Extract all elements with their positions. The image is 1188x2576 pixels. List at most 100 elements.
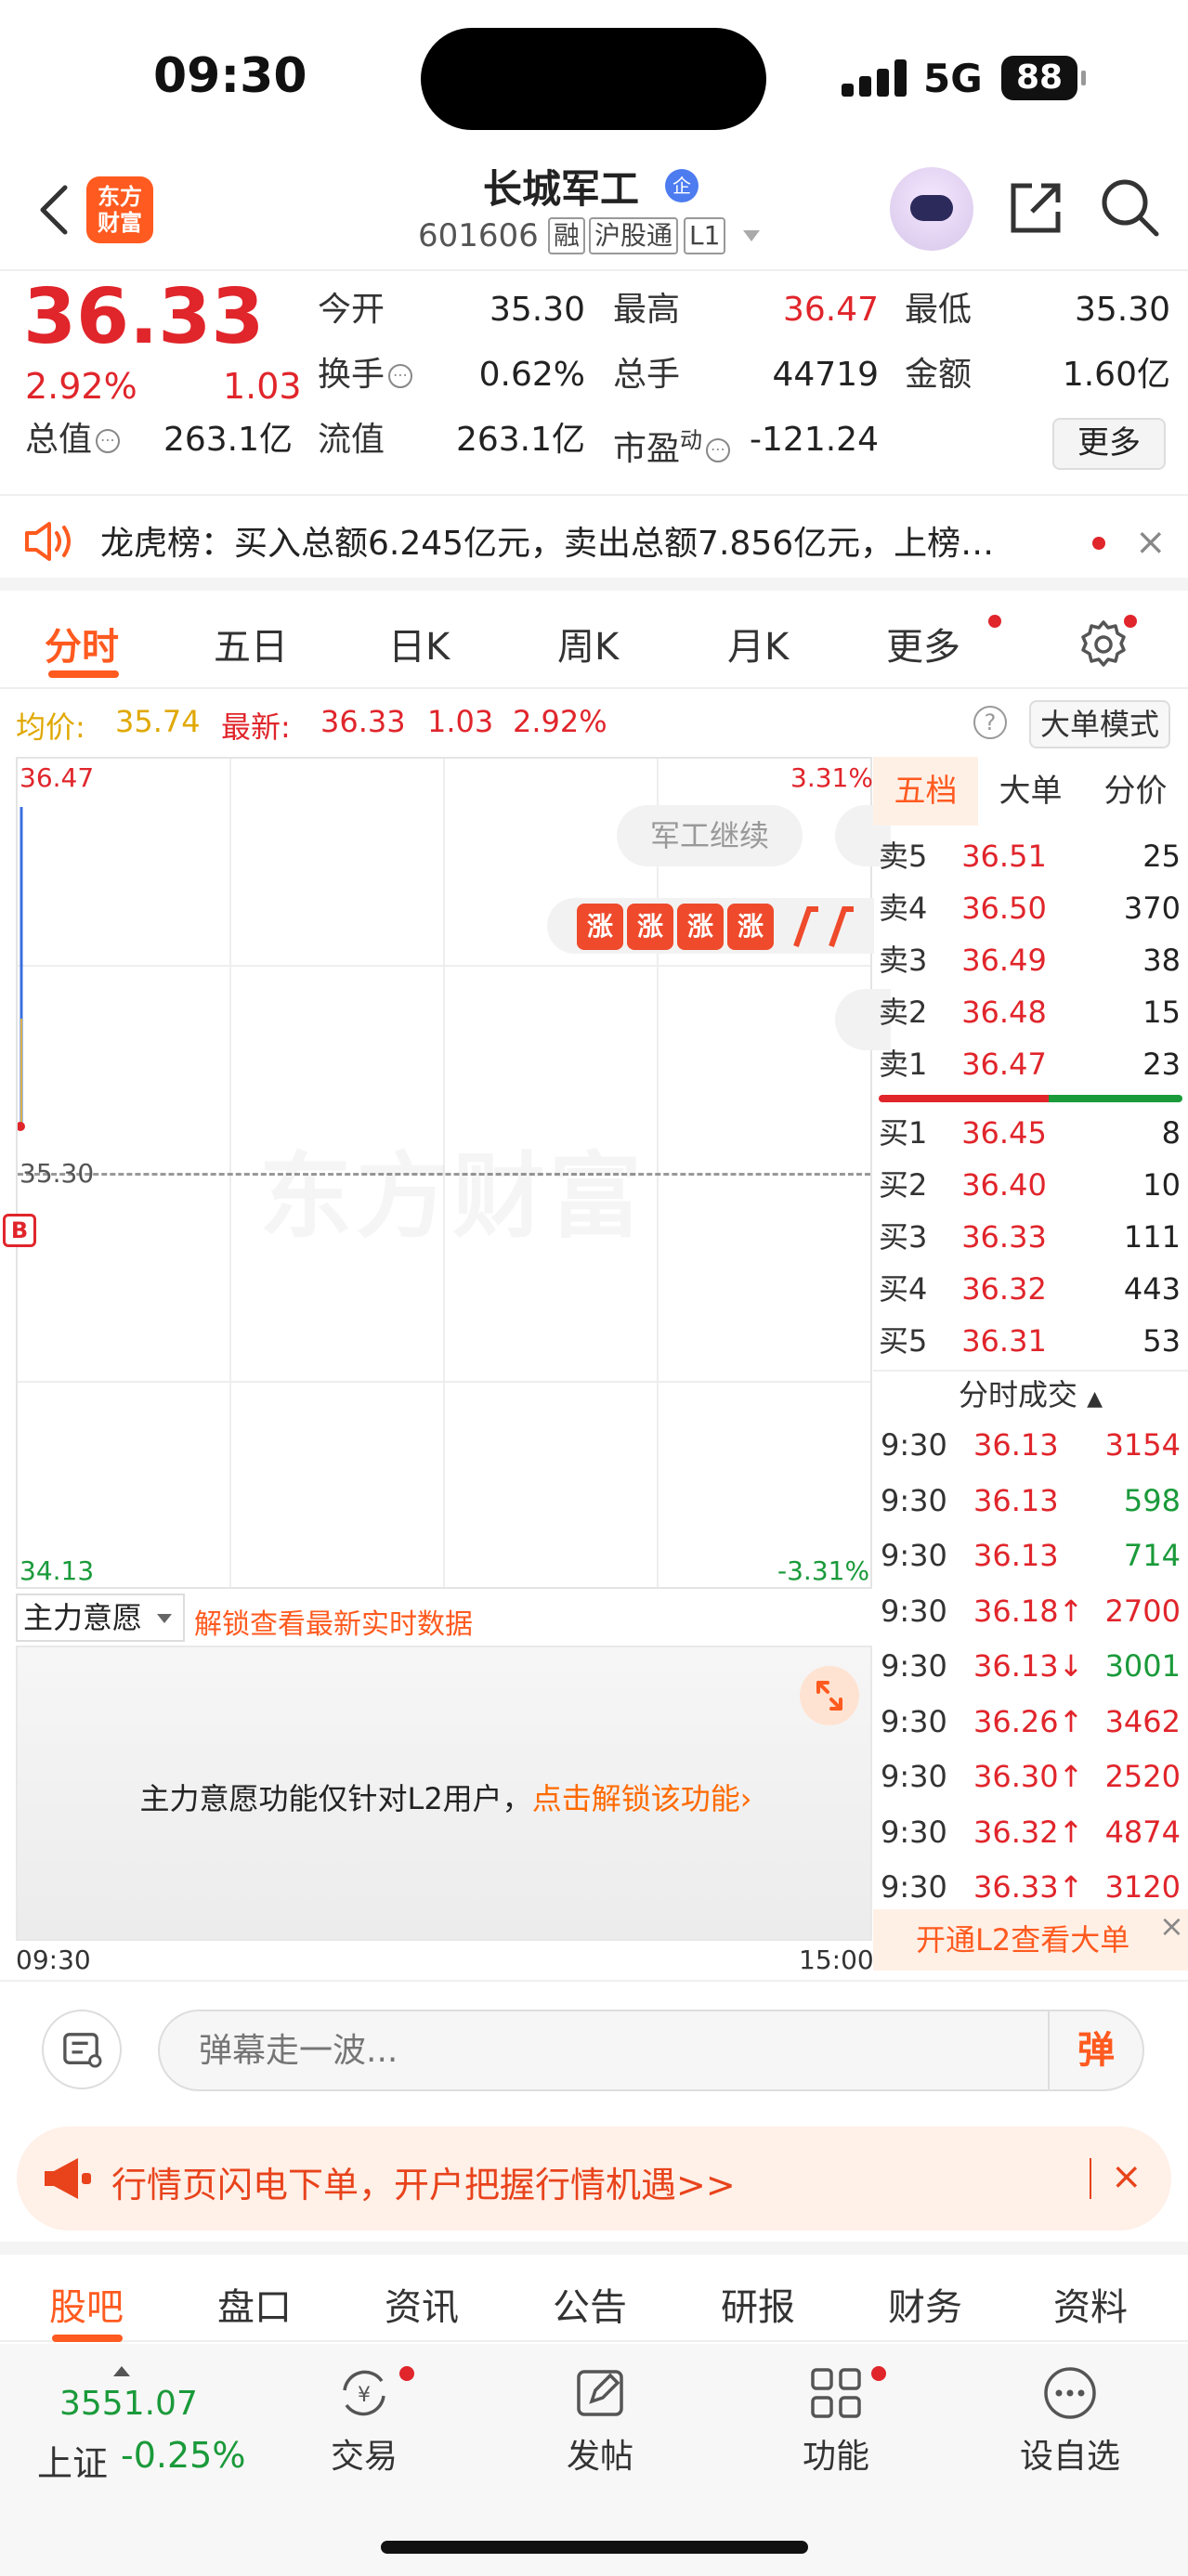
tick-time: 9:30 bbox=[881, 1593, 947, 1629]
tab-handicap[interactable]: 盘口 bbox=[217, 2277, 292, 2331]
index-change[interactable]: -0.25% bbox=[121, 2435, 245, 2476]
bid-row[interactable]: 买5 36.31 53 bbox=[873, 1316, 1188, 1367]
intraday-chart[interactable]: 东方财富 36.47 35.30 34.13 3.31% -3.31% 军工继续… bbox=[3, 757, 891, 1589]
longhu-text: 龙虎榜：买入总额6.245亿元，卖出总额7.856亿元，上榜… bbox=[100, 525, 995, 563]
rise-reaction-icon[interactable]: 涨 bbox=[627, 904, 673, 950]
ask-row[interactable]: 卖2 36.48 15 bbox=[873, 987, 1188, 1038]
promo-text: 行情页闪电下单，开户把握行情机遇>> bbox=[111, 2165, 736, 2205]
svg-text:¥: ¥ bbox=[358, 2384, 371, 2407]
ask-price: 36.47 bbox=[961, 1047, 1047, 1082]
latest-pct: 2.92% bbox=[513, 704, 607, 739]
pe-label-text: 市盈 bbox=[613, 430, 681, 468]
watermark: 东方财富 bbox=[259, 1121, 646, 1255]
tick-price: 36.13 bbox=[973, 1538, 1059, 1573]
bid-row[interactable]: 买2 36.40 10 bbox=[873, 1160, 1188, 1211]
ticks-header[interactable]: 分时成交 ▲ bbox=[873, 1370, 1188, 1416]
ai-assistant-icon[interactable] bbox=[890, 167, 973, 251]
low-value: 35.30 bbox=[1074, 291, 1170, 329]
bid-row[interactable]: 买3 36.33 111 bbox=[873, 1212, 1188, 1263]
tab-announcements[interactable]: 公告 bbox=[553, 2277, 627, 2331]
open-l2-banner[interactable]: 开通L2查看大单 bbox=[873, 1909, 1188, 1971]
bid-row[interactable]: 买1 36.45 8 bbox=[873, 1108, 1188, 1159]
tick-row: 9:30 36.26↑ 3462 bbox=[873, 1695, 1188, 1750]
tab-five-levels[interactable]: 五档 bbox=[873, 757, 978, 826]
turnover-value: 0.62% bbox=[478, 356, 585, 394]
ask-row[interactable]: 卖1 36.47 23 bbox=[873, 1039, 1188, 1090]
info-icon[interactable]: ⋯ bbox=[96, 429, 121, 453]
news-pill[interactable]: 军工继续 bbox=[617, 805, 803, 866]
rise-reaction-icon[interactable]: 涨 bbox=[577, 904, 623, 950]
tab-profile[interactable]: 资料 bbox=[1053, 2277, 1128, 2331]
buy-marker-icon[interactable]: B bbox=[3, 1214, 36, 1247]
amount-value: 1.60亿 bbox=[1062, 356, 1170, 394]
grid-line bbox=[18, 1381, 870, 1383]
tabbar-post[interactable]: 发帖 bbox=[535, 2362, 665, 2478]
index-value[interactable]: 3551.07 bbox=[59, 2385, 198, 2423]
share-icon[interactable] bbox=[1006, 178, 1065, 238]
home-indicator[interactable] bbox=[381, 2541, 808, 2554]
main-force-select[interactable]: 主力意愿 bbox=[16, 1594, 185, 1642]
tabbar-label: 功能 bbox=[802, 2438, 869, 2476]
rise-reaction-icon[interactable]: 涨 bbox=[677, 904, 724, 950]
high-label: 最高 bbox=[613, 291, 681, 329]
tab-more[interactable]: 更多 bbox=[886, 617, 960, 670]
total-cap-label[interactable]: 总值 ⋯ bbox=[25, 420, 121, 461]
unlock-feature-link[interactable]: 点击解锁该功能 bbox=[532, 1781, 740, 1816]
turnover-label[interactable]: 换手 ⋯ bbox=[318, 355, 413, 396]
help-icon[interactable]: ? bbox=[973, 706, 1007, 739]
ask-row[interactable]: 卖3 36.49 38 bbox=[873, 935, 1188, 986]
more-button[interactable]: 更多 bbox=[1052, 418, 1166, 470]
chevron-down-icon[interactable] bbox=[743, 230, 760, 241]
back-icon[interactable] bbox=[35, 182, 72, 238]
search-icon[interactable] bbox=[1099, 176, 1160, 238]
unlock-link[interactable]: 解锁查看最新实时数据 bbox=[194, 1601, 473, 1642]
volume-label: 总手 bbox=[613, 356, 681, 394]
tab-financials[interactable]: 财务 bbox=[888, 2277, 962, 2331]
longhu-banner[interactable]: 龙虎榜：买入总额6.245亿元，卖出总额7.856亿元，上榜… × bbox=[0, 494, 1188, 591]
reaction-shape-icon bbox=[793, 906, 854, 947]
ask-level: 卖3 bbox=[879, 943, 928, 978]
info-icon[interactable]: ⋯ bbox=[706, 438, 731, 462]
tick-time: 9:30 bbox=[881, 1703, 947, 1739]
danmu-send-button[interactable]: 弹 bbox=[1048, 2011, 1142, 2089]
danmu-settings-icon[interactable] bbox=[42, 2010, 122, 2089]
info-icon[interactable]: ⋯ bbox=[388, 364, 413, 388]
tab-monthly-k[interactable]: 月K bbox=[727, 617, 789, 670]
tab-news[interactable]: 资讯 bbox=[385, 2277, 459, 2331]
tab-research[interactable]: 研报 bbox=[721, 2277, 795, 2331]
tab-weekly-k[interactable]: 周K bbox=[557, 617, 619, 670]
tick-price: 36.32↑ bbox=[973, 1814, 1084, 1850]
ask-row[interactable]: 卖5 36.51 25 bbox=[873, 831, 1188, 882]
tabbar-watchlist[interactable]: 设自选 bbox=[1005, 2362, 1135, 2478]
tab-forum[interactable]: 股吧 bbox=[49, 2277, 124, 2331]
close-icon[interactable]: × bbox=[1135, 524, 1167, 561]
volume-value: 44719 bbox=[772, 356, 879, 394]
expand-icon[interactable] bbox=[800, 1666, 859, 1725]
divider bbox=[1090, 2158, 1091, 2199]
tab-big-orders[interactable]: 大单 bbox=[978, 757, 1083, 826]
pe-label[interactable]: 市盈动 ⋯ bbox=[613, 420, 731, 470]
close-icon[interactable]: × bbox=[1159, 1911, 1184, 1941]
promo-banner[interactable]: 行情页闪电下单，开户把握行情机遇>> × bbox=[17, 2127, 1171, 2231]
gear-icon[interactable] bbox=[1077, 618, 1129, 670]
tab-intraday[interactable]: 分时 bbox=[45, 617, 119, 670]
chevron-up-icon[interactable] bbox=[113, 2366, 130, 2376]
time-axis-end: 15:00 bbox=[799, 1945, 874, 1975]
index-name[interactable]: 上证 bbox=[37, 2435, 108, 2486]
tick-volume: 3120 bbox=[1104, 1869, 1181, 1905]
danmu-input[interactable] bbox=[158, 2010, 1144, 2091]
ask-volume: 15 bbox=[1142, 995, 1181, 1030]
tick-price: 36.18↑ bbox=[973, 1593, 1084, 1629]
tab-five-day[interactable]: 五日 bbox=[214, 617, 288, 670]
ask-price: 36.48 bbox=[961, 995, 1047, 1030]
y-high-label: 36.47 bbox=[20, 762, 95, 793]
tab-price-dist[interactable]: 分价 bbox=[1083, 757, 1188, 826]
stock-header: 东方 财富 长城军工 企 601606 融 沪股通 L1 bbox=[0, 158, 1188, 271]
rise-reaction-icon[interactable]: 涨 bbox=[727, 904, 774, 950]
tab-daily-k[interactable]: 日K bbox=[388, 617, 450, 670]
close-icon[interactable]: × bbox=[1111, 2158, 1142, 2195]
big-order-mode-button[interactable]: 大单模式 bbox=[1029, 700, 1170, 748]
network-type: 5G bbox=[923, 56, 983, 101]
ask-row[interactable]: 卖4 36.50 370 bbox=[873, 883, 1188, 934]
bid-row[interactable]: 买4 36.32 443 bbox=[873, 1264, 1188, 1315]
